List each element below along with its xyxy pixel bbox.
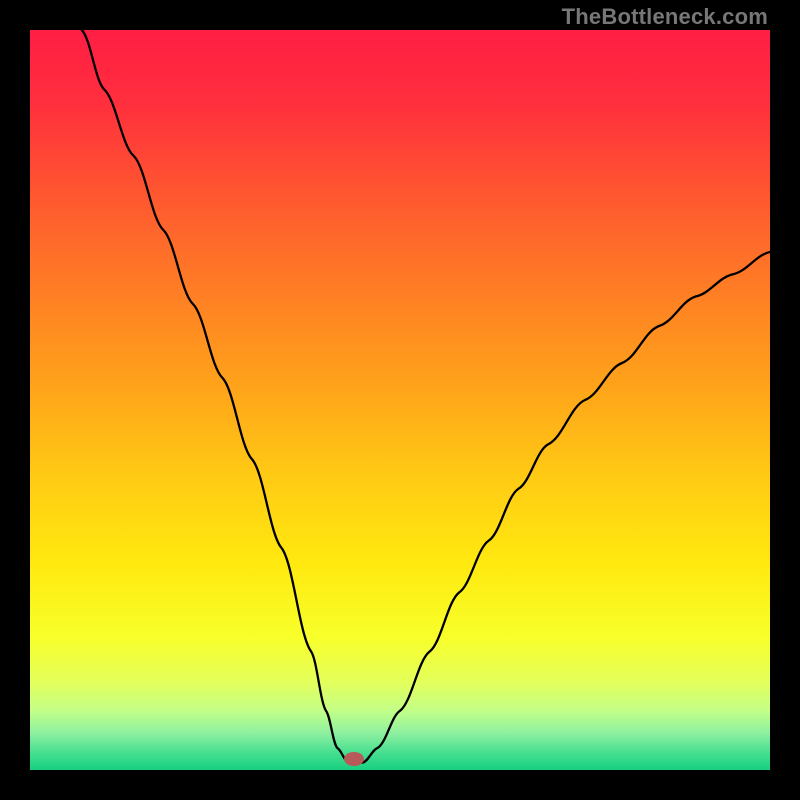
chart-frame: TheBottleneck.com [0,0,800,800]
gradient-background [30,30,770,770]
watermark-text: TheBottleneck.com [562,4,768,30]
optimal-point-marker [344,752,364,766]
chart-svg [30,30,770,770]
plot-area [30,30,770,770]
